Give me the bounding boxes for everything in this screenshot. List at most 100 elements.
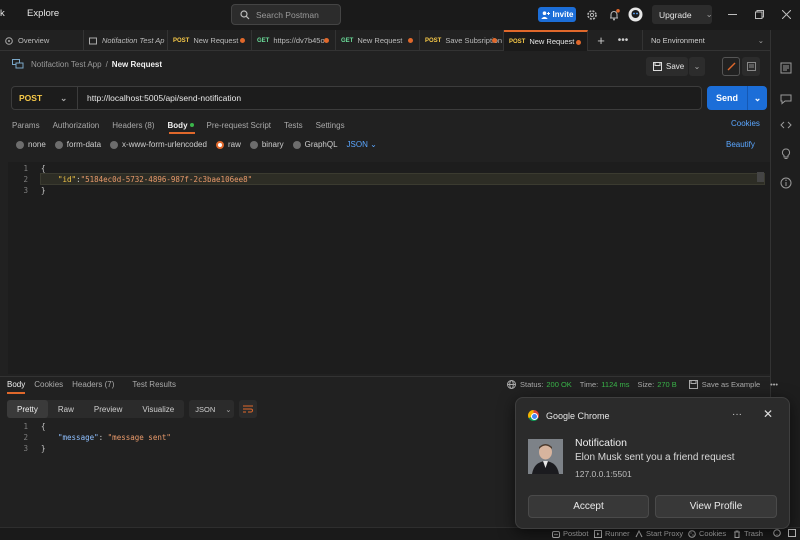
time-value[interactable]: 1124 ms	[601, 380, 629, 389]
breadcrumb: Notifaction Test App / New Request	[12, 59, 162, 69]
notification-close-icon[interactable]: ✕	[763, 407, 773, 421]
response-format-select[interactable]: JSON ⌄	[189, 400, 235, 418]
line-number: 2	[23, 433, 28, 442]
layout-icon[interactable]	[788, 529, 799, 537]
editor-scrollbar[interactable]	[757, 172, 764, 182]
runner-button[interactable]: Runner	[594, 529, 630, 538]
tab-collection[interactable]: Notifaction Test Ap	[84, 30, 168, 51]
view-profile-button[interactable]: View Profile	[655, 495, 777, 518]
invite-label: Invite	[552, 10, 574, 19]
more-tabs-icon[interactable]: •••	[616, 33, 630, 47]
tab-method: GET	[257, 37, 270, 44]
search-input[interactable]: Search Postman	[231, 4, 341, 25]
tab-authorization[interactable]: Authorization	[53, 121, 100, 130]
active-tab-indicator	[169, 132, 195, 134]
notification-more-icon[interactable]: ···	[732, 409, 742, 420]
tab-overview[interactable]: Overview	[0, 30, 84, 51]
cookies-status-button[interactable]: Cookies	[688, 529, 726, 538]
minimize-icon[interactable]	[724, 6, 740, 22]
tab-headers[interactable]: Headers (8)	[112, 121, 154, 130]
radio-label: x-www-form-urlencoded	[122, 140, 207, 149]
close-window-icon[interactable]	[778, 6, 794, 22]
tab-get-url[interactable]: GET https://dv7b45o	[252, 30, 336, 51]
radio-urlencoded[interactable]: x-www-form-urlencoded	[110, 140, 207, 149]
chevron-down-icon[interactable]: ⌄	[748, 93, 767, 104]
radio-binary[interactable]: binary	[249, 140, 284, 149]
radio-raw[interactable]: raw	[215, 140, 241, 149]
view-preview[interactable]: Preview	[84, 400, 132, 418]
help-icon[interactable]	[773, 529, 784, 537]
tab-post-new-request-1[interactable]: POST New Request	[168, 30, 252, 51]
view-visualize[interactable]: Visualize	[132, 400, 184, 418]
upgrade-button[interactable]: Upgrade ⌄	[652, 5, 713, 24]
explore-link[interactable]: Explore	[27, 8, 59, 19]
edit-pencil-icon[interactable]	[722, 57, 740, 76]
tab-post-save-subscription[interactable]: POST Save Subsription	[420, 30, 504, 51]
collection-icon	[89, 37, 97, 44]
trash-button[interactable]: Trash	[733, 529, 763, 538]
view-raw[interactable]: Raw	[48, 400, 84, 418]
tab-tests[interactable]: Tests	[284, 121, 303, 130]
code-icon[interactable]	[779, 118, 793, 132]
start-proxy-button[interactable]: Start Proxy	[635, 529, 683, 538]
tab-params[interactable]: Params	[12, 121, 40, 130]
postbot-button[interactable]: Postbot	[552, 529, 588, 538]
size-value[interactable]: 270 B	[657, 380, 677, 389]
status-value[interactable]: 200 OK	[546, 380, 571, 389]
body-format-select[interactable]: JSON ⌄	[347, 140, 377, 149]
view-pretty[interactable]: Pretty	[7, 400, 48, 418]
restore-icon[interactable]	[751, 6, 767, 22]
radio-dot	[292, 140, 301, 149]
resp-tab-test-results[interactable]: Test Results	[132, 380, 176, 389]
http-request-icon	[12, 59, 24, 69]
settings-gear-icon[interactable]	[585, 8, 599, 22]
save-button[interactable]: Save	[646, 57, 688, 76]
beautify-link[interactable]: Beautify	[726, 140, 755, 149]
tab-body[interactable]: Body	[168, 121, 194, 130]
method-select[interactable]: POST ⌄	[12, 87, 78, 109]
documentation-icon[interactable]	[779, 61, 793, 75]
cookies-link[interactable]: Cookies	[731, 119, 760, 128]
response-status-info: Status: 200 OK Time: 1124 ms Size: 270 B…	[507, 380, 781, 389]
notifications-bell-icon[interactable]	[607, 8, 621, 22]
lightbulb-icon[interactable]	[779, 147, 793, 161]
response-tabs: Body Cookies Headers (7) Test Results	[7, 380, 185, 389]
resp-tab-cookies[interactable]: Cookies	[34, 380, 63, 389]
unsaved-dot-icon	[576, 40, 581, 45]
invite-button[interactable]: Invite	[538, 7, 576, 22]
tab-get-new-request[interactable]: GET New Request	[336, 30, 420, 51]
chrome-notification[interactable]: Google Chrome ··· ✕ Notification Elon Mu…	[515, 397, 790, 529]
breadcrumb-current[interactable]: New Request	[112, 60, 162, 69]
overview-icon	[5, 36, 13, 45]
save-as-example-button[interactable]: Save as Example	[702, 380, 760, 389]
resp-tab-body[interactable]: Body	[7, 380, 25, 389]
more-options-icon[interactable]: •••	[770, 380, 778, 389]
tab-method: POST	[173, 37, 190, 44]
info-icon[interactable]	[779, 176, 793, 190]
request-docs-icon[interactable]	[742, 57, 760, 76]
tab-prerequest-script[interactable]: Pre-request Script	[207, 121, 271, 130]
radio-graphql[interactable]: GraphQL	[292, 140, 338, 149]
avatar-icon[interactable]	[628, 7, 643, 22]
send-button[interactable]: Send ⌄	[707, 86, 767, 110]
tab-post-new-request-active[interactable]: POST New Request	[504, 30, 588, 51]
url-input[interactable]: http://localhost:5005/api/send-notificat…	[78, 93, 241, 103]
environment-selector[interactable]: No Environment ⌄	[642, 30, 770, 51]
radio-none[interactable]: none	[16, 140, 46, 149]
globe-icon	[507, 380, 516, 389]
tab-label: New Request	[529, 37, 575, 46]
new-tab-plus-icon[interactable]: +	[594, 33, 608, 48]
save-options-chevron-icon[interactable]: ⌄	[689, 57, 705, 76]
tab-settings[interactable]: Settings	[316, 121, 345, 130]
wrap-lines-icon[interactable]	[239, 400, 258, 418]
radio-form-data[interactable]: form-data	[54, 140, 101, 149]
comments-icon[interactable]	[779, 92, 793, 106]
chevron-down-icon: ⌄	[60, 92, 68, 103]
trash-label: Trash	[744, 529, 763, 538]
accept-button[interactable]: Accept	[528, 495, 649, 518]
breadcrumb-collection[interactable]: Notifaction Test App	[31, 60, 102, 69]
request-body-editor[interactable]	[8, 162, 770, 374]
cookies-label: Cookies	[699, 529, 727, 538]
workspace-menu-fragment[interactable]: k	[0, 8, 5, 19]
resp-tab-headers[interactable]: Headers (7)	[72, 380, 123, 389]
